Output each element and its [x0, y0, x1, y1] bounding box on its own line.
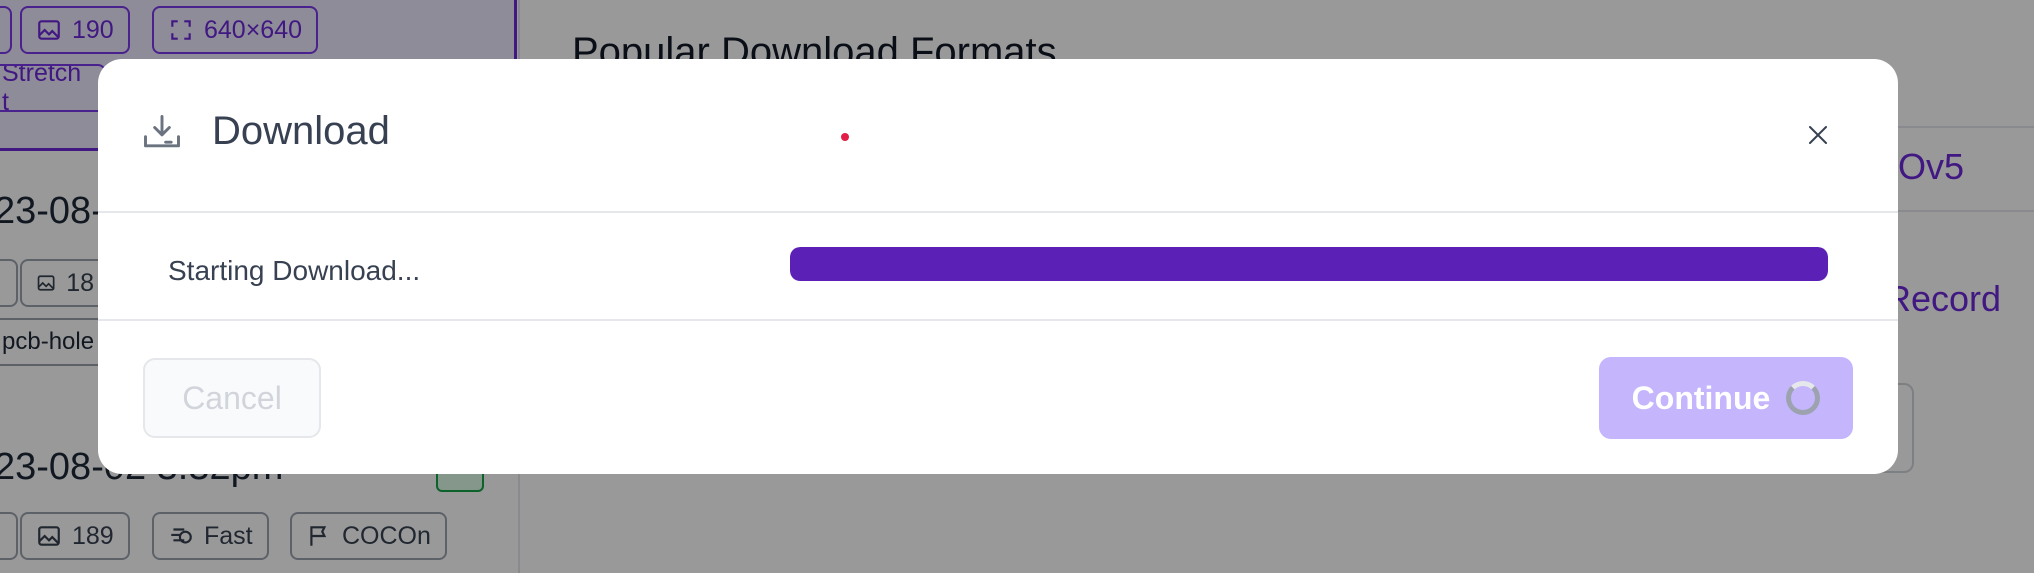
continue-button[interactable]: Continue — [1599, 357, 1853, 439]
download-modal: Download Starting Download... Cancel Con… — [98, 59, 1898, 474]
close-button[interactable] — [1798, 115, 1838, 155]
modal-title: Download — [212, 109, 390, 153]
continue-label: Continue — [1631, 379, 1771, 416]
progress-bar — [790, 247, 1828, 281]
download-status: Starting Download... — [168, 255, 421, 286]
cancel-button[interactable]: Cancel — [143, 358, 321, 438]
modal-header: Download — [98, 59, 1898, 213]
loading-spinner-icon — [1786, 381, 1821, 415]
close-icon — [1809, 126, 1827, 144]
cursor-marker — [841, 133, 849, 141]
progress-fill — [790, 247, 1828, 281]
modal-body: Starting Download... — [98, 211, 1898, 321]
download-icon — [144, 115, 180, 148]
